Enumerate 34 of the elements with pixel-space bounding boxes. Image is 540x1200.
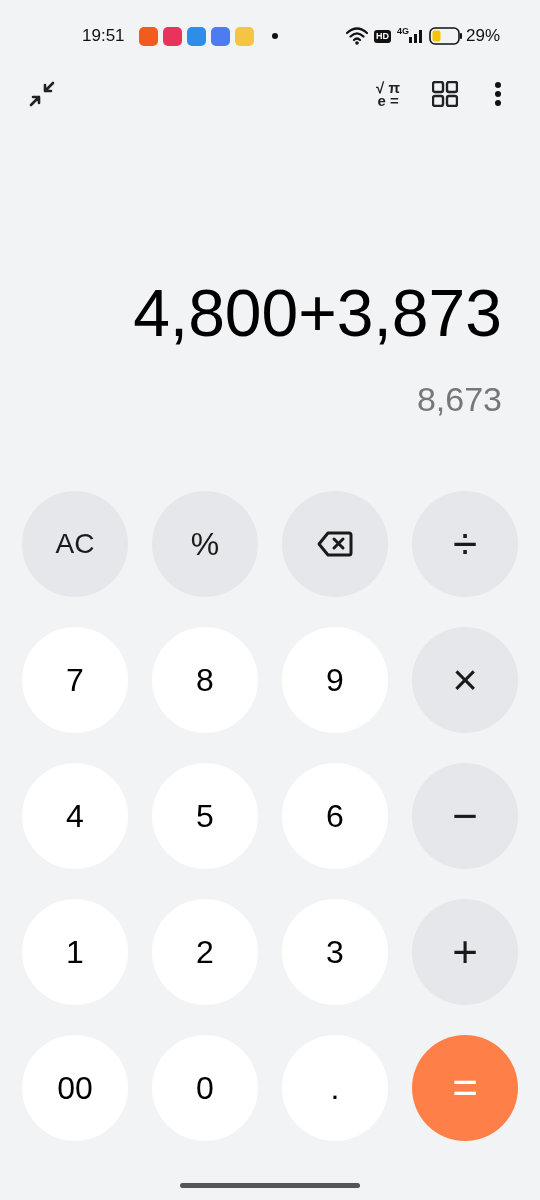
status-time: 19:51 xyxy=(82,25,125,48)
calculator-key[interactable]: AC xyxy=(22,491,128,597)
network-type-label: 4G xyxy=(396,27,409,36)
calculator-key[interactable]: ÷ xyxy=(412,491,518,597)
calculator-key[interactable]: 7 xyxy=(22,627,128,733)
calculator-key[interactable]: % xyxy=(152,491,258,597)
more-icon xyxy=(494,81,502,107)
calculator-key[interactable]: . xyxy=(282,1035,388,1141)
signal-icon xyxy=(408,29,423,43)
calculator-key[interactable]: 3 xyxy=(282,899,388,1005)
result-text: 8,673 xyxy=(416,382,502,416)
calculator-key[interactable]: 00 xyxy=(22,1035,128,1141)
calculator-key[interactable]: 6 xyxy=(282,763,388,869)
scientific-mode-button[interactable]: √ π e = xyxy=(376,81,400,107)
grid-icon xyxy=(432,81,458,107)
battery-icon xyxy=(428,27,463,45)
calculator-key[interactable]: − xyxy=(412,763,518,869)
expression-text: 4,800+3,873 xyxy=(133,280,502,346)
calculator-key[interactable]: 4 xyxy=(22,763,128,869)
wifi-icon xyxy=(345,27,368,45)
grid-button[interactable] xyxy=(432,81,458,107)
calculator-key[interactable]: 9 xyxy=(282,627,388,733)
calculator-key[interactable]: 5 xyxy=(152,763,258,869)
battery-percent: 29% xyxy=(465,25,500,48)
calculator-key[interactable]: 1 xyxy=(22,899,128,1005)
backspace-icon xyxy=(317,531,353,557)
calculator-key[interactable]: 8 xyxy=(152,627,258,733)
network-badge: HD xyxy=(373,29,391,43)
calculator-key[interactable]: + xyxy=(412,899,518,1005)
calculator-key[interactable]: 2 xyxy=(152,899,258,1005)
calculator-key[interactable]: 0 xyxy=(152,1035,258,1141)
more-options-button[interactable] xyxy=(494,81,502,107)
calculator-key[interactable]: × xyxy=(412,627,518,733)
collapse-icon xyxy=(28,80,56,108)
